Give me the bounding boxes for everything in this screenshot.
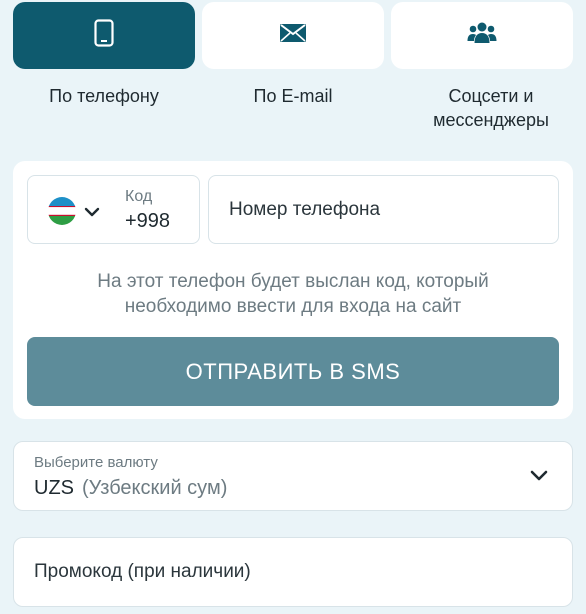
currency-select[interactable]: Выберите валюту UZS (Узбекский сум): [13, 441, 573, 511]
code-value: +998: [125, 210, 171, 232]
currency-name: (Узбекский сум): [82, 477, 228, 499]
tab-phone[interactable]: [13, 2, 195, 69]
chevron-down-icon: [530, 469, 548, 487]
tab-email[interactable]: [202, 2, 384, 69]
phone-icon: [94, 19, 114, 52]
currency-value: UZS (Узбекский сум): [34, 477, 227, 500]
tab-email-label[interactable]: По E-mail: [202, 84, 384, 108]
uzbekistan-flag-icon: [48, 197, 76, 225]
tab-phone-label[interactable]: По телефону: [13, 84, 195, 108]
send-sms-button[interactable]: ОТПРАВИТЬ В SMS: [27, 337, 559, 406]
users-icon: [467, 21, 497, 50]
currency-code: UZS: [34, 477, 74, 499]
promo-code-input[interactable]: [13, 537, 573, 607]
registration-page: По телефону По E-mail Соцсети и мессендж…: [0, 0, 586, 614]
tab-social-label[interactable]: Соцсети и мессенджеры: [400, 84, 582, 132]
code-caption: Код: [125, 188, 153, 205]
currency-caption: Выберите валюту: [34, 454, 158, 471]
envelope-icon: [279, 23, 307, 48]
tab-social[interactable]: [391, 2, 573, 69]
phone-number-input[interactable]: [208, 175, 559, 244]
phone-form-card: Код +998 На этот телефон будет выслан ко…: [13, 161, 573, 419]
phone-hint-text: На этот телефон будет выслан код, которы…: [97, 271, 489, 317]
chevron-down-icon: [84, 204, 100, 222]
country-code-select[interactable]: Код +998: [27, 175, 200, 244]
